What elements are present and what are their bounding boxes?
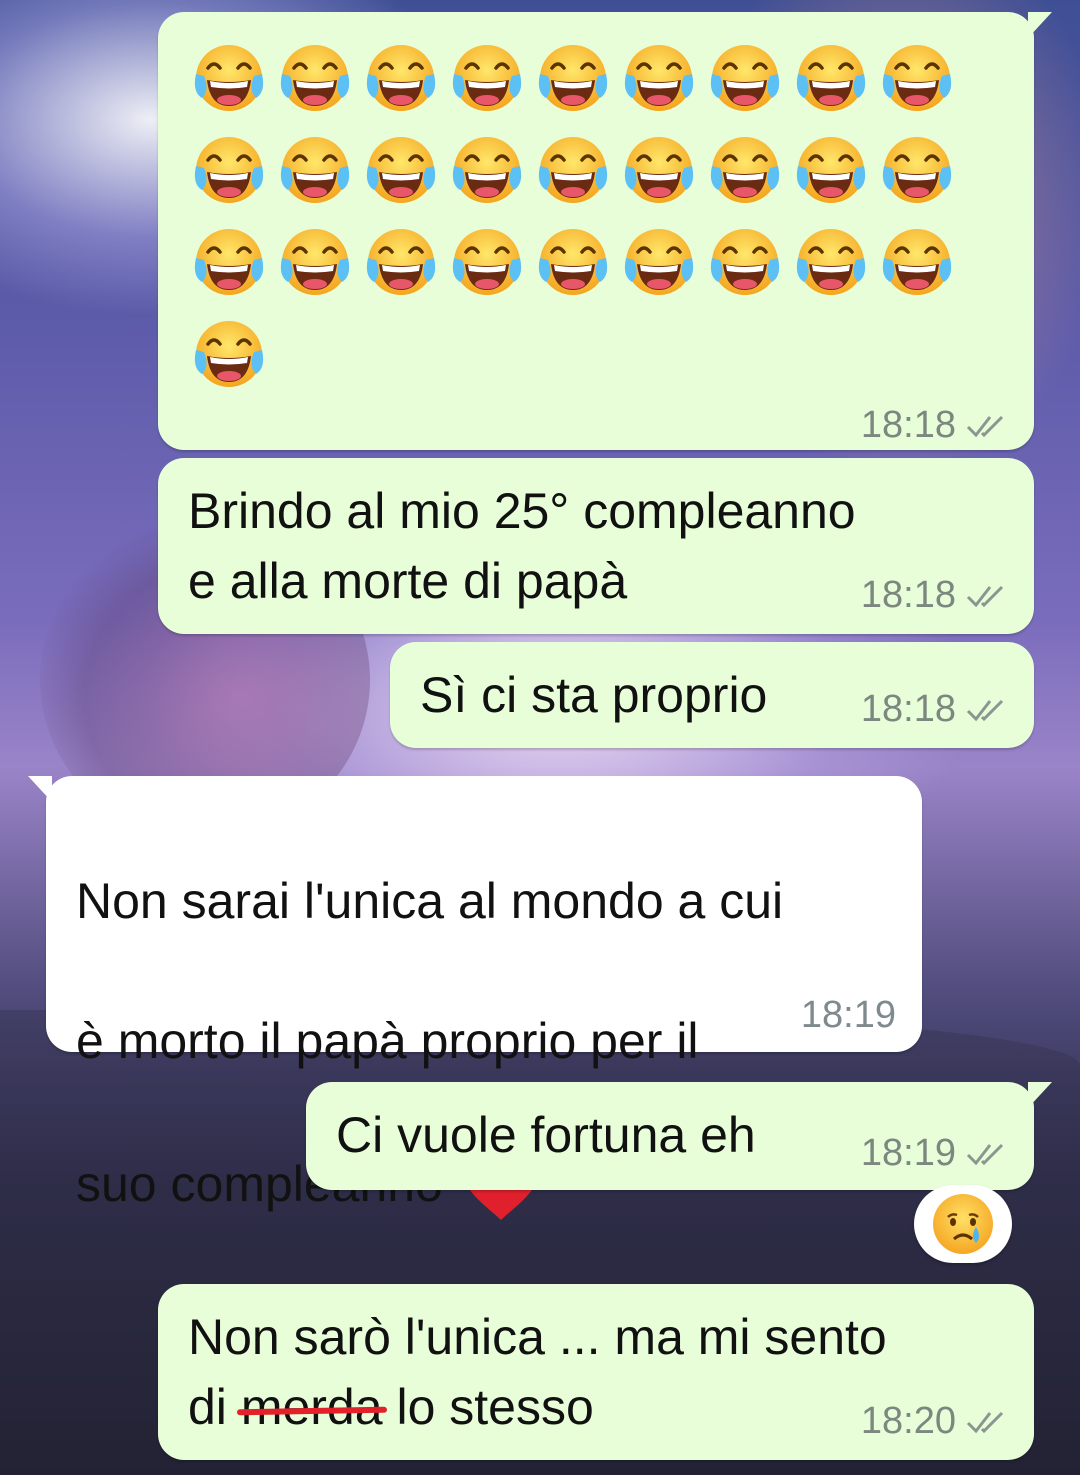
- face-with-tears-of-joy-icon: [276, 40, 354, 118]
- double-check-icon: [966, 699, 1004, 721]
- face-with-tears-of-joy-icon: [534, 132, 612, 210]
- timestamp: 18:18: [860, 404, 956, 446]
- face-with-tears-of-joy-icon: [706, 40, 784, 118]
- message-text: Non sarò l'unica ... ma mi sento di merd…: [188, 1302, 887, 1442]
- face-with-tears-of-joy-icon: [792, 132, 870, 210]
- timestamp: 18:19: [860, 1132, 956, 1174]
- double-check-icon: [966, 1411, 1004, 1433]
- message-bubble-emoji[interactable]: 18:18: [158, 12, 1052, 450]
- face-with-tears-of-joy-icon: [620, 40, 698, 118]
- message-meta: 18:18: [861, 688, 1008, 731]
- face-with-tears-of-joy-icon: [878, 132, 956, 210]
- face-with-tears-of-joy-icon: [706, 132, 784, 210]
- message-line: Non sarai l'unica al mondo a cui: [76, 873, 784, 929]
- face-with-tears-of-joy-icon: [448, 40, 526, 118]
- timestamp: 18:19: [800, 994, 896, 1036]
- message-text: Ci vuole fortuna eh: [336, 1107, 756, 1163]
- timestamp: 18:18: [860, 574, 956, 616]
- face-with-tears-of-joy-icon: [276, 132, 354, 210]
- message-line: è morto il papà proprio per il: [76, 1013, 699, 1069]
- message-line: Non sarò l'unica ... ma mi sento: [188, 1309, 887, 1365]
- message-meta: 18:19: [801, 994, 896, 1037]
- message-meta: 18:18: [861, 574, 1008, 617]
- double-check-icon: [966, 585, 1004, 607]
- face-with-tears-of-joy-icon: [362, 224, 440, 302]
- message-text: Brindo al mio 25° compleanno e alla mort…: [188, 483, 856, 609]
- face-with-tears-of-joy-icon: [190, 132, 268, 210]
- message-meta: 18:20: [861, 1400, 1008, 1443]
- struck-word: merda: [241, 1372, 383, 1442]
- message-text: Sì ci sta proprio: [420, 667, 768, 723]
- message-text: Non sarai l'unica al mondo a cui è morto…: [76, 796, 783, 1292]
- message-bubble-outgoing[interactable]: Non sarò l'unica ... ma mi sento di merd…: [158, 1284, 1034, 1460]
- face-with-tears-of-joy-icon: [534, 40, 612, 118]
- double-check-icon: [966, 415, 1004, 437]
- face-with-tears-of-joy-icon: [190, 40, 268, 118]
- message-bubble-incoming[interactable]: Non sarai l'unica al mondo a cui è morto…: [28, 776, 922, 1220]
- reaction-badge[interactable]: [914, 1185, 1012, 1263]
- face-with-tears-of-joy-icon: [792, 224, 870, 302]
- message-bubble-outgoing[interactable]: Brindo al mio 25° compleanno e alla mort…: [158, 458, 1034, 634]
- face-with-tears-of-joy-icon: [190, 316, 268, 394]
- message-meta: 18:19: [861, 1132, 1008, 1175]
- face-with-tears-of-joy-icon: [362, 132, 440, 210]
- face-with-tears-of-joy-icon: [706, 224, 784, 302]
- message-meta: 18:18: [861, 404, 1008, 447]
- face-with-tears-of-joy-icon: [534, 224, 612, 302]
- face-with-tears-of-joy-icon: [878, 40, 956, 118]
- timestamp: 18:20: [860, 1400, 956, 1442]
- face-with-tears-of-joy-icon: [276, 224, 354, 302]
- message-line: di merda lo stesso: [188, 1372, 887, 1442]
- crying-face-icon: [933, 1194, 993, 1254]
- face-with-tears-of-joy-icon: [448, 132, 526, 210]
- face-with-tears-of-joy-icon: [792, 40, 870, 118]
- timestamp: 18:18: [860, 688, 956, 730]
- emoji-grid: [186, 40, 966, 408]
- message-bubble-outgoing[interactable]: Ci vuole fortuna eh 18:19: [306, 1082, 1052, 1190]
- face-with-tears-of-joy-icon: [448, 224, 526, 302]
- message-bubble-outgoing[interactable]: Sì ci sta proprio 18:18: [390, 642, 1034, 748]
- face-with-tears-of-joy-icon: [878, 224, 956, 302]
- face-with-tears-of-joy-icon: [362, 40, 440, 118]
- face-with-tears-of-joy-icon: [620, 224, 698, 302]
- face-with-tears-of-joy-icon: [190, 224, 268, 302]
- double-check-icon: [966, 1143, 1004, 1165]
- face-with-tears-of-joy-icon: [620, 132, 698, 210]
